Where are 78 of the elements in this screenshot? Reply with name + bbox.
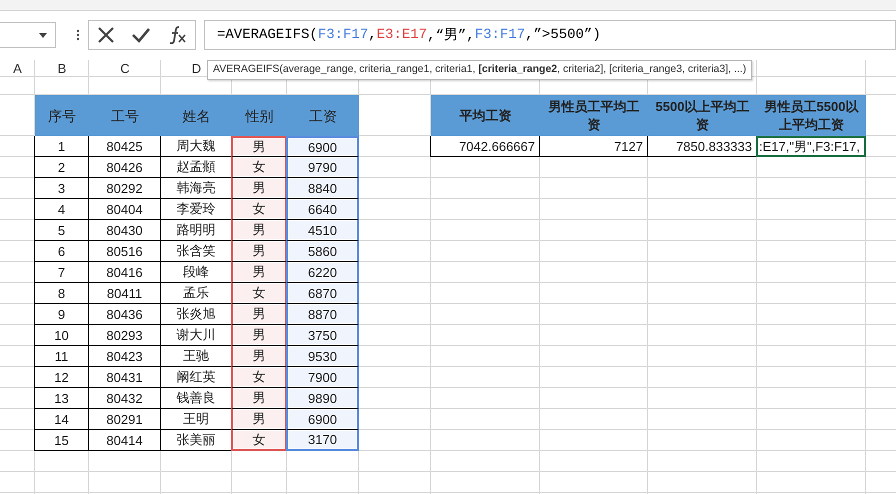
table-cell: 3750 <box>286 325 359 346</box>
table-cell: 13 <box>34 388 89 409</box>
table-cell: 4510 <box>286 220 359 241</box>
table-cell: 6900 <box>286 409 359 430</box>
column-heading: 序号 <box>35 95 89 136</box>
table-cell: 张美丽 <box>160 430 232 451</box>
table-cell: 男 <box>231 262 287 283</box>
table-cell: 12 <box>34 367 89 388</box>
column-heading: 平均工资 <box>431 95 540 136</box>
function-tooltip: AVERAGEIFS(average_range, criteria_range1, criteria1, [criteria_range2, criteria2], [criteria_range3, criteria3], ...) <box>207 60 752 80</box>
table-cell: 女 <box>231 367 287 388</box>
table-cell: 11 <box>34 346 89 367</box>
table-cell: 15 <box>34 430 89 451</box>
table-cell: 张含笑 <box>160 241 232 262</box>
table-cell: 李爱玲 <box>160 199 232 220</box>
active-cell[interactable]: :E17,"男",F3:F17, <box>756 136 866 157</box>
table-cell: 7900 <box>286 367 359 388</box>
table-cell: 4 <box>34 199 89 220</box>
table-cell: 男 <box>231 241 287 262</box>
table-cell: 9790 <box>286 157 359 178</box>
table-cell: 钱善良 <box>160 388 232 409</box>
table-cell: 9890 <box>286 388 359 409</box>
table-cell: 6640 <box>286 199 359 220</box>
function-icon[interactable] <box>167 25 187 45</box>
column-header[interactable]: A <box>0 60 35 77</box>
table-cell: 谢大川 <box>160 325 232 346</box>
table-cell: 女 <box>231 157 287 178</box>
table-cell: 阚红英 <box>160 367 232 388</box>
table-cell: 6 <box>34 241 89 262</box>
table-cell: 赵孟頫 <box>160 157 232 178</box>
table-cell: 9530 <box>286 346 359 367</box>
column-heading: 工资 <box>287 95 359 136</box>
table-cell: 男 <box>231 409 287 430</box>
table-cell: 5 <box>34 220 89 241</box>
table-cell: 5860 <box>286 241 359 262</box>
table-cell: 女 <box>231 199 287 220</box>
table-cell: 1 <box>34 136 89 157</box>
table-cell: 14 <box>34 409 89 430</box>
table-cell: 6870 <box>286 283 359 304</box>
table-cell: 7 <box>34 262 89 283</box>
table-cell: 男 <box>231 346 287 367</box>
table-cell: 周大魏 <box>160 136 232 157</box>
table-cell: 3 <box>34 178 89 199</box>
table-cell: 段峰 <box>160 262 232 283</box>
table-cell: 女 <box>231 430 287 451</box>
table-cell: 3170 <box>286 430 359 451</box>
table-cell: 7042.666667 <box>430 136 540 157</box>
more-icon[interactable] <box>76 29 80 41</box>
column-heading: 工号 <box>89 95 161 136</box>
formula-field[interactable]: =AVERAGEIFS(F3:F17,E3:E17,“男”,F3:F17,”>5500”) <box>204 20 896 50</box>
table-cell: 张炎旭 <box>160 304 232 325</box>
table-cell: 孟乐 <box>160 283 232 304</box>
column-heading: 姓名 <box>161 95 232 136</box>
table-cell: 10 <box>34 325 89 346</box>
table-cell: 男 <box>231 388 287 409</box>
column-heading: 性别 <box>232 95 287 136</box>
column-heading: 男性员工5500以上平均工资 <box>757 95 866 136</box>
table-cell: 8 <box>34 283 89 304</box>
table-cell: 男 <box>231 325 287 346</box>
table-cell: 男 <box>231 220 287 241</box>
table-cell: 女 <box>231 283 287 304</box>
checkmark-icon[interactable] <box>131 27 151 43</box>
column-heading: 男性员工平均工资 <box>540 95 648 136</box>
table-cell: 男 <box>231 178 287 199</box>
table-cell: 8840 <box>286 178 359 199</box>
column-header[interactable]: B <box>35 60 89 77</box>
table-cell: 韩海亮 <box>160 178 232 199</box>
table-cell: 男 <box>231 136 287 157</box>
table-cell: 6900 <box>286 136 359 157</box>
table-cell: 男 <box>231 304 287 325</box>
table-cell: 9 <box>34 304 89 325</box>
table-cell: 8870 <box>286 304 359 325</box>
table-cell: 2 <box>34 157 89 178</box>
table-cell: 6220 <box>286 262 359 283</box>
column-header[interactable]: C <box>89 60 161 77</box>
cancel-icon[interactable] <box>97 26 115 44</box>
caret-icon <box>39 32 47 38</box>
column-heading: 5500以上平均工资 <box>648 95 757 136</box>
